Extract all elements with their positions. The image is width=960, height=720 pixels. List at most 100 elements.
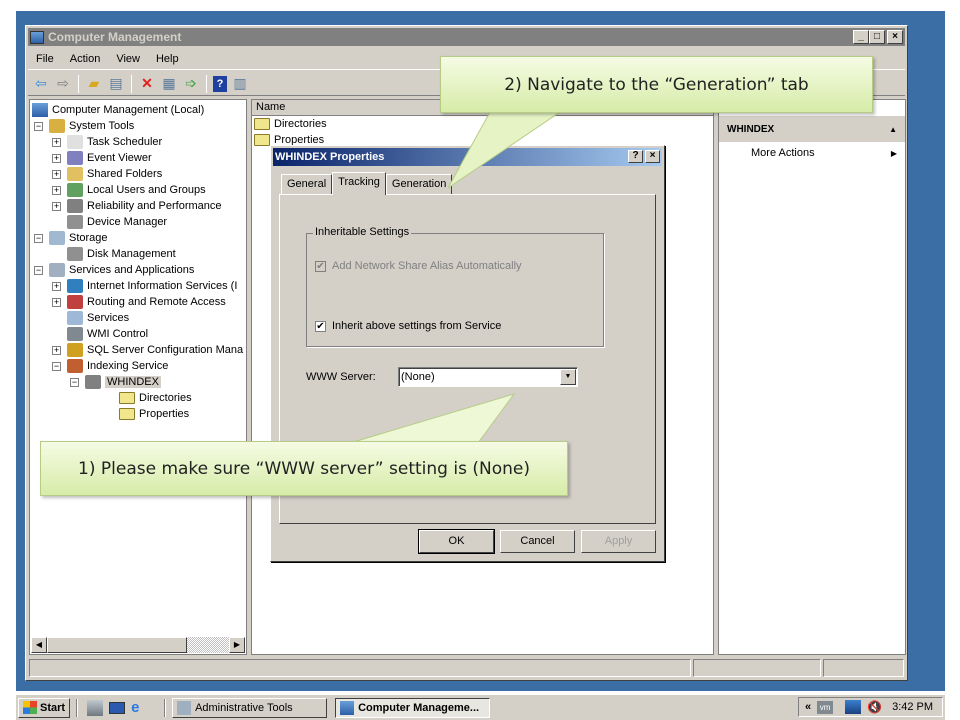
tree-item[interactable]: + Internet Information Services (I xyxy=(52,278,237,294)
inheritable-settings-group: Inheritable Settings ✔ Add Network Share… xyxy=(306,226,604,347)
help-icon[interactable]: ? xyxy=(213,75,227,92)
minimize-button[interactable]: _ xyxy=(853,30,869,44)
expand-icon[interactable]: + xyxy=(52,201,61,211)
expand-icon[interactable]: + xyxy=(52,137,61,147)
tree-node-icon xyxy=(67,295,83,309)
expand-icon[interactable]: + xyxy=(52,345,61,355)
tree-node-icon xyxy=(49,119,65,133)
expand-icon[interactable]: + xyxy=(52,281,61,291)
tree-item-label: Storage xyxy=(69,232,108,244)
add-network-share-alias-checkbox[interactable]: ✔ Add Network Share Alias Automatically xyxy=(315,260,522,272)
collapse-icon[interactable]: − xyxy=(34,121,43,131)
dialog-close-button[interactable]: × xyxy=(645,150,660,163)
toolbar-separator xyxy=(131,74,132,93)
close-button[interactable]: × xyxy=(887,30,903,44)
show-desktop-icon[interactable] xyxy=(109,701,126,714)
tree-node-icon xyxy=(67,167,83,181)
expand-icon[interactable]: + xyxy=(52,169,61,179)
back-icon[interactable]: ⇦ xyxy=(32,75,50,93)
tree-node-icon xyxy=(49,231,65,245)
apply-button[interactable]: Apply xyxy=(581,530,656,553)
www-server-select[interactable]: (None) ▼ xyxy=(398,367,578,387)
cancel-button[interactable]: Cancel xyxy=(500,530,575,553)
dialog-help-button[interactable]: ? xyxy=(628,150,643,163)
start-button[interactable]: Start xyxy=(18,697,71,718)
tree-item[interactable]: + Routing and Remote Access xyxy=(52,294,226,310)
group-label: Inheritable Settings xyxy=(313,226,412,238)
window-title: Computer Management xyxy=(48,30,182,44)
tree-item[interactable]: + Shared Folders xyxy=(52,166,162,182)
status-bar xyxy=(29,659,904,677)
tree-item-label: Disk Management xyxy=(87,248,176,260)
menu-help[interactable]: Help xyxy=(148,53,187,65)
tab-generation[interactable]: Generation xyxy=(385,174,453,194)
maximize-button[interactable]: □ xyxy=(869,30,885,44)
scroll-thumb[interactable] xyxy=(47,637,187,653)
tree-item[interactable]: + Task Scheduler xyxy=(52,134,162,150)
ok-button[interactable]: OK xyxy=(418,529,495,554)
list-item[interactable]: Directories xyxy=(252,116,713,132)
tree-item-label: WHINDEX xyxy=(105,376,161,388)
show-hide-tree-icon[interactable]: ▤ xyxy=(107,75,125,93)
tab-tracking[interactable]: Tracking xyxy=(332,172,386,195)
taskbar-button-computer-management[interactable]: Computer Manageme... xyxy=(335,697,491,718)
menu-action[interactable]: Action xyxy=(62,53,109,65)
actions-header[interactable]: WHINDEX ▲ xyxy=(719,116,905,142)
tree-node-icon xyxy=(67,311,83,325)
tree-item[interactable]: + Event Viewer xyxy=(52,150,152,166)
show-hide-action-pane-icon[interactable]: ▥ xyxy=(231,75,249,93)
menu-view[interactable]: View xyxy=(108,53,148,65)
properties-icon[interactable]: ▦ xyxy=(160,75,178,93)
tree-item[interactable]: − Services and Applications xyxy=(34,262,194,278)
tree-item[interactable]: Directories xyxy=(104,390,192,406)
tree-item[interactable]: + SQL Server Configuration Mana xyxy=(52,342,243,358)
inherit-settings-checkbox[interactable]: ✔ Inherit above settings from Service xyxy=(315,320,501,332)
network-icon[interactable] xyxy=(845,700,862,714)
tree-item[interactable]: WMI Control xyxy=(52,326,148,342)
up-folder-icon[interactable]: ▰ xyxy=(85,75,103,93)
clock[interactable]: 3:42 PM xyxy=(892,701,933,713)
collapse-icon[interactable]: − xyxy=(34,233,43,243)
tree-item[interactable]: + Local Users and Groups xyxy=(52,182,206,198)
dialog-title-bar[interactable]: WHINDEX Properties ? × xyxy=(273,148,662,166)
scroll-left-button[interactable]: ◀ xyxy=(31,637,47,653)
collapse-icon[interactable]: − xyxy=(52,361,61,371)
more-actions-item[interactable]: More Actions ▶ xyxy=(719,142,905,164)
tree-item[interactable]: Device Manager xyxy=(52,214,167,230)
expand-icon[interactable]: + xyxy=(52,297,61,307)
tab-general[interactable]: General xyxy=(281,174,333,194)
server-manager-icon[interactable] xyxy=(87,699,104,716)
tree-item[interactable]: Properties xyxy=(104,406,189,422)
collapse-icon[interactable]: − xyxy=(34,265,43,275)
internet-explorer-icon[interactable]: e xyxy=(131,699,147,716)
tree-item[interactable]: − Indexing Service xyxy=(52,358,168,374)
tree-node-icon xyxy=(67,215,83,229)
tree-item[interactable]: Disk Management xyxy=(52,246,176,262)
tree-item[interactable]: − System Tools xyxy=(34,118,134,134)
tray-expand-button[interactable]: « xyxy=(805,701,811,713)
collapse-icon[interactable]: ▲ xyxy=(889,125,897,134)
menu-file[interactable]: File xyxy=(28,53,62,65)
expand-icon[interactable]: + xyxy=(52,185,61,195)
status-cell xyxy=(823,659,904,677)
tree-item[interactable]: + Reliability and Performance xyxy=(52,198,222,214)
collapse-icon[interactable]: − xyxy=(70,377,79,387)
horizontal-scrollbar[interactable]: ◀ ▶ xyxy=(31,637,245,653)
forward-icon[interactable]: ⇨ xyxy=(54,75,72,93)
volume-muted-icon[interactable]: 🔇 xyxy=(867,700,882,714)
expand-icon[interactable]: + xyxy=(52,153,61,163)
whindex-properties-dialog: WHINDEX Properties ? × General Tracking … xyxy=(270,145,665,562)
delete-icon[interactable]: ✕ xyxy=(138,75,156,93)
export-icon[interactable]: ➩ xyxy=(182,75,200,93)
tree-item-label: Indexing Service xyxy=(87,360,169,372)
tree-item-root[interactable]: Computer Management (Local) xyxy=(32,102,204,118)
tree-item-label: Directories xyxy=(139,392,192,404)
taskbar-button-administrative-tools[interactable]: Administrative Tools xyxy=(172,697,328,718)
tree-item[interactable]: − Storage xyxy=(34,230,108,246)
title-bar[interactable]: Computer Management _ □ × xyxy=(28,28,905,46)
chevron-down-icon[interactable]: ▼ xyxy=(560,369,576,385)
tree-item[interactable]: − WHINDEX xyxy=(70,374,161,390)
scroll-right-button[interactable]: ▶ xyxy=(229,637,245,653)
vmware-tools-icon[interactable]: vm xyxy=(817,700,834,714)
tree-item[interactable]: Services xyxy=(52,310,129,326)
